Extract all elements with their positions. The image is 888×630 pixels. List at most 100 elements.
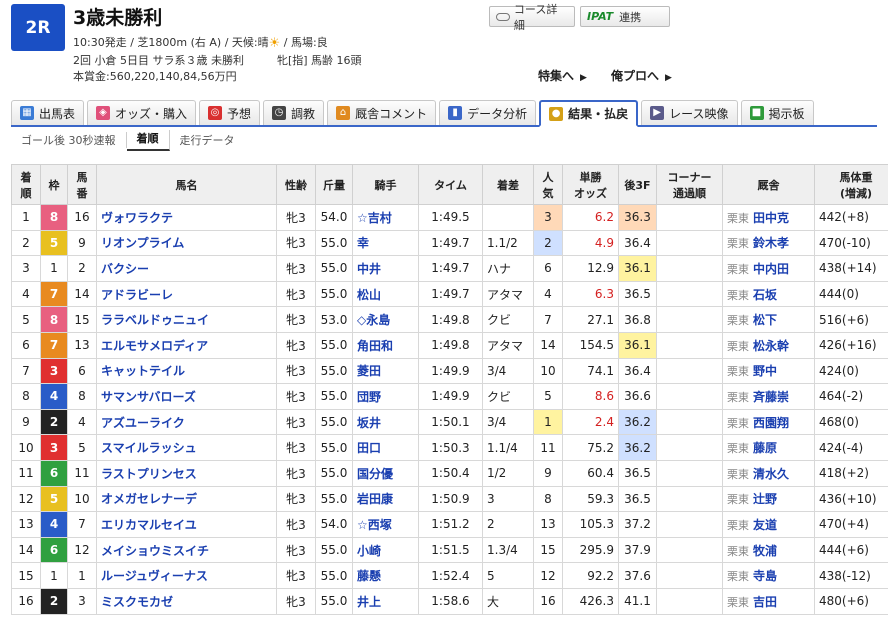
tab-race-video[interactable]: ▶ レース映像	[641, 100, 738, 125]
horse-name-link[interactable]: オメガセレナーデ	[96, 485, 277, 513]
final-3f-cell: 36.3	[618, 204, 657, 231]
trainer-cell: 栗東 西園翔	[722, 408, 815, 436]
table-row: 3 1 2 バクシー 牝3 55.0 中井 1:49.7 ハナ 6 12.9 36.1 栗東 中内田 438…	[11, 255, 888, 282]
time-cell: 1:50.1	[418, 408, 483, 436]
horse-name-link[interactable]: アズユーライク	[96, 408, 277, 436]
popularity-cell: 1	[533, 408, 563, 436]
body-weight-cell: 470(+4)	[814, 511, 888, 538]
subtab-running-data[interactable]: 走行データ	[170, 132, 245, 148]
horse-name-link[interactable]: ララベルドゥニュイ	[96, 306, 277, 333]
tab-prediction[interactable]: ◎ 予想	[199, 100, 261, 125]
jockey-link[interactable]: 幸	[352, 229, 419, 257]
jockey-link[interactable]: ☆西塚	[352, 511, 419, 538]
sex-age-cell: 牝3	[276, 255, 316, 282]
margin-cell: アタマ	[482, 280, 534, 308]
rank-cell: 11	[11, 459, 41, 487]
rank-cell: 5	[11, 306, 41, 333]
horse-name-link[interactable]: キャットテイル	[96, 357, 277, 385]
col-frame: 枠	[40, 164, 68, 205]
corner-order-cell	[656, 357, 723, 385]
horse-name-link[interactable]: ヴォワラクテ	[96, 204, 277, 231]
trainer-link[interactable]: 石坂	[753, 288, 777, 302]
trainer-link[interactable]: 鈴木孝	[753, 236, 789, 250]
table-row: 14 6 12 メイショウミスイチ 牝3 55.0 小崎 1:51.5 1.3/4 15 295.9…	[11, 536, 888, 564]
trainer-link[interactable]: 辻野	[753, 492, 777, 506]
margin-cell: 1.3/4	[482, 536, 534, 564]
course-detail-button[interactable]: コース詳細	[489, 3, 575, 32]
horse-name-link[interactable]: エルモサメロディア	[96, 331, 277, 359]
trainer-cell: 栗東 野中	[722, 357, 815, 385]
horse-name-link[interactable]: アドラビーレ	[96, 280, 277, 308]
jockey-link[interactable]: 小崎	[352, 536, 419, 564]
frame-cell: 3	[40, 357, 68, 385]
trainer-link[interactable]: 野中	[753, 364, 777, 378]
sex-age-cell: 牝3	[276, 229, 316, 257]
sunny-weather-icon: ☀	[268, 36, 281, 51]
table-row: 2 5 9 リオンプライム 牝3 55.0 幸 1:49.7 1.1/2 2 4.9 36.4 栗東 鈴木…	[11, 229, 888, 257]
trainer-region: 栗東	[727, 518, 749, 532]
trainer-link[interactable]: 藤原	[753, 441, 777, 455]
body-weight-cell: 424(-4)	[814, 434, 888, 461]
trainer-link[interactable]: 寺島	[753, 569, 777, 583]
horse-name-link[interactable]: エリカマルセイユ	[96, 511, 277, 538]
frame-cell: 6	[40, 536, 68, 564]
frame-cell: 2	[40, 587, 68, 615]
jockey-link[interactable]: 坂井	[352, 408, 419, 436]
trainer-link[interactable]: 松永幹	[753, 339, 789, 353]
jockey-link[interactable]: 井上	[352, 587, 419, 615]
jockey-link[interactable]: 菱田	[352, 357, 419, 385]
jockey-link[interactable]: 団野	[352, 383, 419, 410]
subtab-quick-result[interactable]: ゴール後 30秒速報	[11, 132, 127, 148]
trainer-link[interactable]: 中内田	[753, 262, 789, 276]
horse-name-link[interactable]: バクシー	[96, 255, 277, 282]
weight-cell: 55.0	[315, 536, 353, 564]
horse-name-link[interactable]: ラストプリンセス	[96, 459, 277, 487]
tab-entries[interactable]: ▦ 出馬表	[11, 100, 85, 125]
trainer-link[interactable]: 斉藤崇	[753, 390, 789, 404]
jockey-link[interactable]: 藤懸	[352, 562, 419, 589]
jockey-link[interactable]: 角田和	[352, 331, 419, 359]
tab-stable-comment[interactable]: ⌂ 厩舎コメント	[327, 100, 437, 125]
orepro-link[interactable]: 俺プロへ ▶	[611, 67, 672, 84]
trainer-link[interactable]: 清水久	[753, 467, 789, 481]
horse-name-link[interactable]: ミスクモカゼ	[96, 587, 277, 615]
subtab-finish-order[interactable]: 着順	[126, 129, 170, 151]
horse-name-link[interactable]: サマンサバローズ	[96, 383, 277, 410]
jockey-link[interactable]: 田口	[352, 434, 419, 461]
jockey-link[interactable]: 松山	[352, 280, 419, 308]
trainer-link[interactable]: 田中克	[753, 211, 789, 225]
trainer-link[interactable]: 西園翔	[753, 416, 789, 430]
trainer-link[interactable]: 松下	[753, 313, 777, 327]
margin-cell: 5	[482, 562, 534, 589]
course-detail-label: コース詳細	[513, 2, 558, 32]
weight-cell: 55.0	[315, 485, 353, 513]
trainer-link[interactable]: 吉田	[753, 595, 777, 609]
horse-name-link[interactable]: メイショウミスイチ	[96, 536, 277, 564]
jockey-link[interactable]: 国分優	[352, 459, 419, 487]
trainer-link[interactable]: 友道	[753, 518, 777, 532]
jockey-link[interactable]: 中井	[352, 255, 419, 282]
tab-training[interactable]: ◷ 調教	[263, 100, 325, 125]
horse-name-link[interactable]: リオンプライム	[96, 229, 277, 257]
tab-results-payout[interactable]: ● 結果・払戻	[539, 100, 639, 127]
horse-name-link[interactable]: スマイルラッシュ	[96, 434, 277, 461]
win-odds-cell: 6.2	[562, 204, 619, 231]
horse-name-link[interactable]: ルージュヴィーナス	[96, 562, 277, 589]
tab-label: 出馬表	[39, 106, 76, 121]
tab-data-analysis[interactable]: ▮ データ分析	[439, 100, 537, 125]
feature-link[interactable]: 特集へ ▶	[538, 67, 587, 84]
trainer-link[interactable]: 牧浦	[753, 544, 777, 558]
corner-order-cell	[656, 280, 723, 308]
win-odds-cell: 154.5	[562, 331, 619, 359]
weight-cell: 55.0	[315, 562, 353, 589]
weight-cell: 53.0	[315, 306, 353, 333]
tab-board[interactable]: ■ 掲示板	[740, 100, 814, 125]
jockey-link[interactable]: 岩田康	[352, 485, 419, 513]
jockey-link[interactable]: ☆吉村	[352, 204, 419, 231]
ipat-link-button[interactable]: IPAT 連携	[580, 6, 670, 27]
jockey-link[interactable]: ◇永島	[352, 306, 419, 333]
body-weight-cell: 424(0)	[814, 357, 888, 385]
rank-cell: 15	[11, 562, 41, 589]
tab-odds-purchase[interactable]: ◈ オッズ・購入	[87, 100, 197, 125]
horse-number-cell: 7	[67, 511, 97, 538]
